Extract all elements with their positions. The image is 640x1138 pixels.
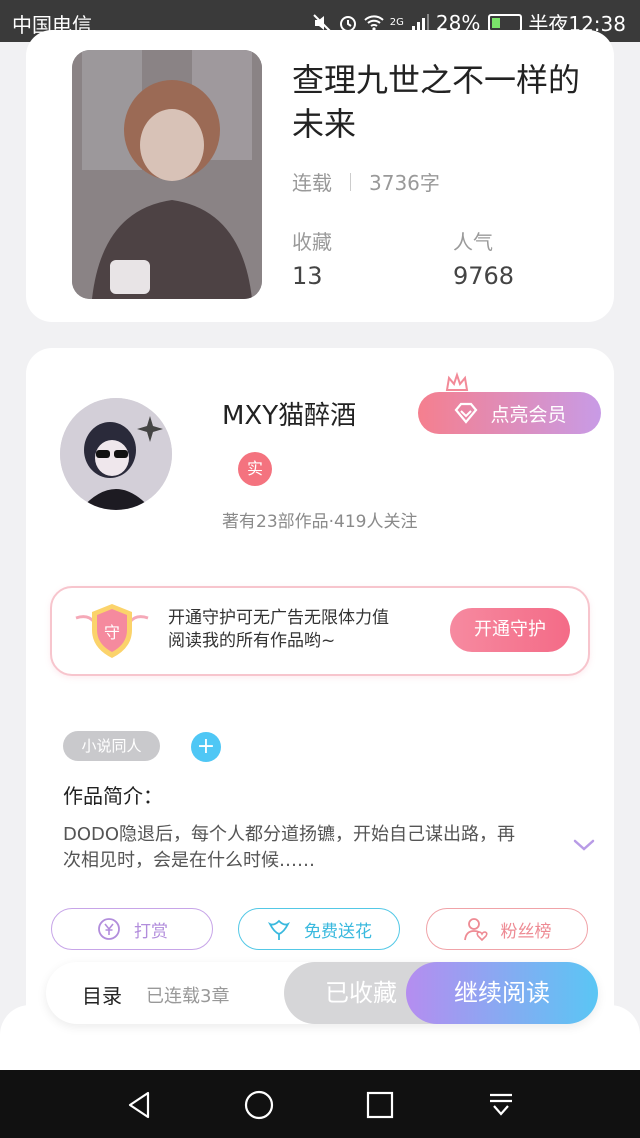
notification-pull-icon[interactable] xyxy=(484,1088,518,1122)
book-cover-image[interactable] xyxy=(72,50,262,299)
book-title: 查理九世之不一样的未来 xyxy=(292,61,581,143)
popularity-value: 9768 xyxy=(453,262,515,290)
meta-divider xyxy=(350,172,351,191)
flower-icon xyxy=(267,919,291,940)
network-type: 2G xyxy=(389,17,404,28)
guard-text-line2: 阅读我的所有作品哟~ xyxy=(168,631,336,651)
author-stats: 著有23部作品·419人关注 xyxy=(222,512,418,532)
chevron-down-icon[interactable] xyxy=(572,836,596,854)
system-navigation-bar xyxy=(0,1070,640,1138)
guard-promo-text: 开通守护可无广告无限体力值 阅读我的所有作品哟~ xyxy=(168,607,389,653)
continue-reading-button[interactable]: 继续阅读 xyxy=(406,962,598,1024)
intro-text: DODO隐退后，每个人都分道扬镳，开始自己谋出路，再次相见时，会是在什么时候…… xyxy=(63,824,516,871)
activate-vip-button[interactable]: 点亮会员 xyxy=(418,392,601,434)
author-avatar[interactable] xyxy=(60,398,172,510)
favorites-label: 收藏 xyxy=(292,230,332,254)
cover-illustration xyxy=(72,50,262,299)
serial-chapter-count: 已连载3章 xyxy=(146,986,230,1007)
guard-promo-banner: 守 开通守护可无广告无限体力值 阅读我的所有作品哟~ 开通守护 xyxy=(50,586,590,676)
popularity-label: 人气 xyxy=(453,230,493,254)
tag-chip-fanfic[interactable]: 小说同人 xyxy=(63,731,160,761)
verified-badge: 实 xyxy=(238,452,272,486)
guard-text-line1: 开通守护可无广告无限体力值 xyxy=(168,608,389,628)
diamond-icon xyxy=(455,402,478,424)
crown-icon xyxy=(445,372,469,391)
catalog-button[interactable]: 目录 xyxy=(82,980,122,1009)
yuan-coin-icon xyxy=(98,918,120,940)
book-meta: 连载 3736字 xyxy=(292,167,440,196)
tip-button-label: 打赏 xyxy=(134,921,168,942)
user-heart-icon xyxy=(463,918,488,942)
battery-icon xyxy=(488,13,523,32)
fans-ranking-button[interactable]: 粉丝榜 xyxy=(426,908,588,950)
activate-guard-button[interactable]: 开通守护 xyxy=(450,608,570,652)
recent-apps-icon[interactable] xyxy=(363,1088,397,1122)
back-icon[interactable] xyxy=(122,1088,156,1122)
book-info-card: 查理九世之不一样的未来 连载 3736字 收藏 13 人气 9768 xyxy=(26,30,614,322)
send-flower-button[interactable]: 免费送花 xyxy=(238,908,400,950)
author-name[interactable]: MXY猫醉酒 xyxy=(222,395,356,432)
vip-button-label: 点亮会员 xyxy=(490,403,567,426)
word-count: 3736字 xyxy=(369,171,440,195)
avatar-illustration xyxy=(60,398,172,510)
home-icon[interactable] xyxy=(242,1088,276,1122)
bottom-action-bar: 目录 已连载3章 已收藏 继续阅读 xyxy=(46,962,598,1024)
intro-label: 作品简介： xyxy=(63,784,163,808)
author-card: MXY猫醉酒 实 著有23部作品·419人关注 点亮会员 守 开通守护可无广告无… xyxy=(26,348,614,1068)
shield-char: 守 xyxy=(104,623,120,642)
tip-button[interactable]: 打赏 xyxy=(51,908,213,950)
add-tag-button[interactable]: + xyxy=(191,732,221,762)
flower-button-label: 免费送花 xyxy=(304,921,372,942)
favorites-value: 13 xyxy=(292,262,323,290)
serial-status: 连载 xyxy=(292,171,332,195)
fans-button-label: 粉丝榜 xyxy=(500,921,552,942)
guard-shield-icon: 守 xyxy=(75,604,149,658)
